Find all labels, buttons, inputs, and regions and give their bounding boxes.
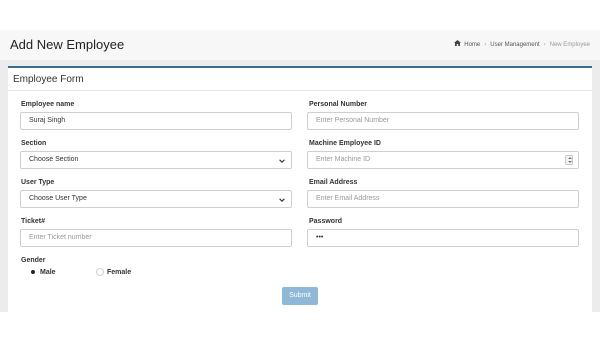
password-label: Password xyxy=(309,218,343,225)
chevron-down-icon xyxy=(278,156,286,164)
section-select[interactable]: Choose Section xyxy=(20,151,292,169)
section-selected: Choose Section xyxy=(29,156,79,163)
email-label: Email Address xyxy=(309,179,358,186)
submit-button[interactable]: Submit xyxy=(282,287,318,305)
gender-label: Gender xyxy=(21,257,46,264)
employee-name-input[interactable]: Suraj Singh xyxy=(20,112,292,130)
employee-form-card: Employee Form xyxy=(8,66,592,312)
user-type-label: User Type xyxy=(21,179,55,186)
gender-female-radio[interactable] xyxy=(96,268,104,276)
email-input[interactable]: Enter Email Address xyxy=(307,190,579,208)
breadcrumb-separator: › xyxy=(543,41,546,48)
spinner-icon[interactable] xyxy=(565,155,573,165)
password-input[interactable]: ••• xyxy=(307,229,579,247)
chevron-down-icon xyxy=(278,195,286,203)
gender-male-label: Male xyxy=(40,269,56,276)
personal-number-placeholder: Enter Personal Number xyxy=(316,117,390,124)
ticket-placeholder: Enter Ticket number xyxy=(29,234,92,241)
personal-number-input[interactable]: Enter Personal Number xyxy=(307,112,579,130)
employee-name-value: Suraj Singh xyxy=(29,117,66,124)
employee-name-label: Employee name xyxy=(21,101,75,108)
gender-male-radio[interactable] xyxy=(29,268,37,276)
ticket-input[interactable]: Enter Ticket number xyxy=(20,229,292,247)
user-type-select[interactable]: Choose User Type xyxy=(20,190,292,208)
machine-id-label: Machine Employee ID xyxy=(309,140,381,147)
divider xyxy=(8,90,592,91)
password-value: ••• xyxy=(316,234,324,241)
home-icon xyxy=(454,40,462,50)
breadcrumb-home[interactable]: Home xyxy=(464,41,480,50)
form-title: Employee Form xyxy=(13,74,84,85)
breadcrumb-user-management[interactable]: User Management xyxy=(490,41,539,50)
breadcrumb-current: New Employee xyxy=(549,41,590,48)
machine-id-input[interactable]: Enter Machine ID xyxy=(307,151,579,169)
user-type-selected: Choose User Type xyxy=(29,195,87,202)
email-placeholder: Enter Email Address xyxy=(316,195,380,202)
breadcrumb: Home › User Management › New Employee xyxy=(454,40,590,50)
section-label: Section xyxy=(21,140,47,147)
breadcrumb-separator: › xyxy=(484,41,487,48)
gender-female-label: Female xyxy=(107,269,132,276)
page-title: Add New Employee xyxy=(10,37,125,52)
ticket-label: Ticket# xyxy=(21,218,45,225)
personal-number-label: Personal Number xyxy=(309,101,367,108)
machine-id-placeholder: Enter Machine ID xyxy=(316,156,371,163)
